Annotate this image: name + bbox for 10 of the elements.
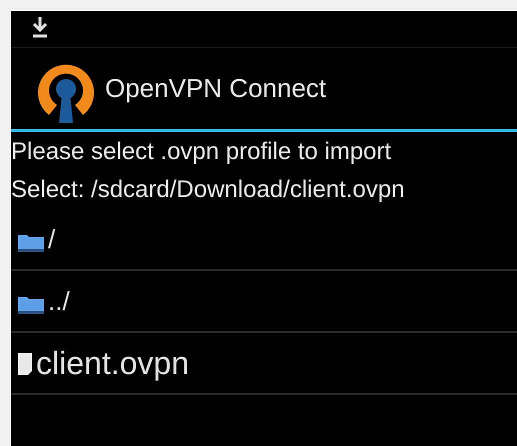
file-list-item[interactable]: / <box>11 209 517 271</box>
selection-text: Select: /sdcard/Download/client.ovpn <box>11 175 406 205</box>
folder-icon <box>18 294 44 314</box>
app-title: OpenVPN Connect <box>105 72 326 105</box>
file-list-item[interactable]: client.ovpn <box>11 333 517 395</box>
prompt-text: Please select .ovpn profile to import <box>11 137 392 167</box>
download-icon <box>31 15 49 39</box>
file-icon <box>18 353 32 375</box>
folder-icon <box>18 232 44 252</box>
file-list-item[interactable]: ../ <box>11 271 517 333</box>
